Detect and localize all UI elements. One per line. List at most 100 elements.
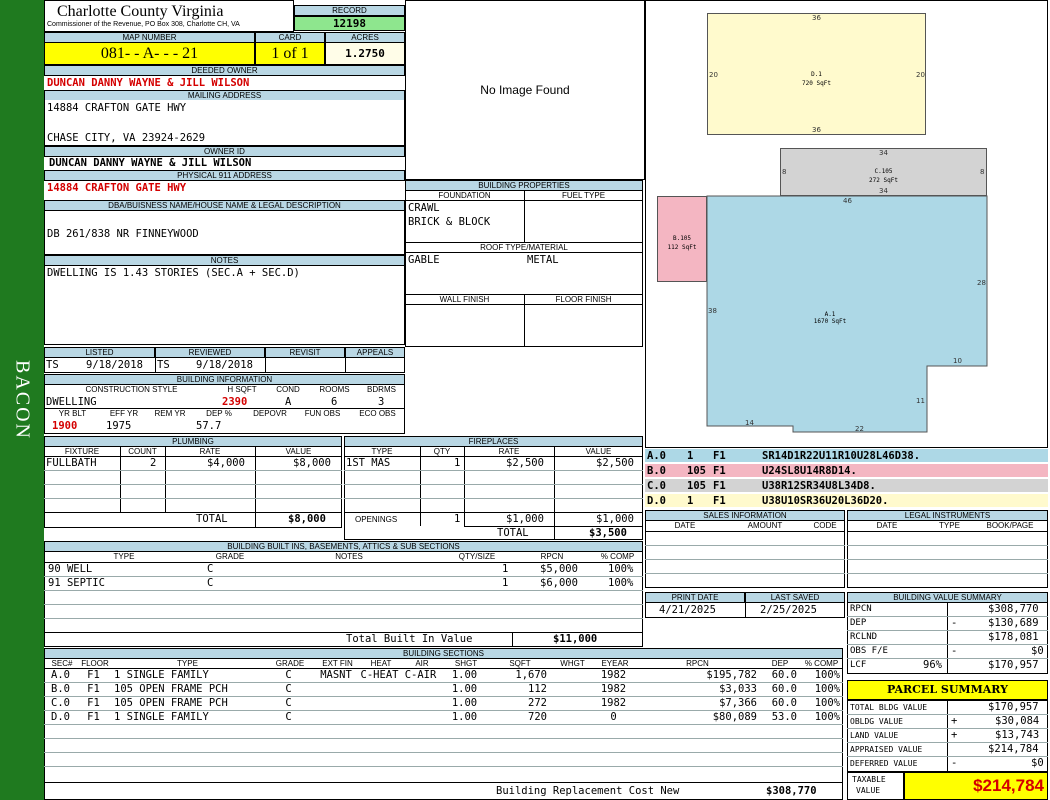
dep-value: 57.7	[196, 420, 222, 432]
sketch-legend-row: B.0 105 F1 U24SL8U14R8D14.	[645, 464, 1048, 478]
legend-n: 1	[687, 495, 694, 507]
plumbing-count: 2	[150, 457, 157, 469]
vs-dep: $130,689	[988, 617, 1039, 629]
legend-sec: C.0	[647, 480, 666, 492]
section-sqft: 272	[528, 697, 547, 709]
construction-style-label: CONSTRUCTION STYLE	[85, 385, 178, 394]
section-extfin: MASNT	[320, 669, 352, 681]
taxable-label-box: TAXABLE VALUE	[847, 772, 904, 800]
vs-lcf-label: LCF	[850, 660, 867, 670]
sales-h-code: CODE	[813, 521, 837, 530]
ps-land-sign: +	[951, 729, 958, 741]
vs-obs-sign: -	[951, 645, 958, 657]
deeded-owner: DUNCAN DANNY WAYNE & JILL WILSON	[47, 77, 250, 89]
section-dep: 60.0	[771, 697, 797, 709]
legend-sec: D.0	[647, 495, 666, 507]
ps-obldg-sign: +	[951, 715, 958, 727]
legend-n: 105	[687, 465, 706, 477]
dim-d-right: 20	[916, 71, 925, 79]
builtins-h-rpcn: RPCN	[540, 552, 564, 561]
legend-f: F1	[713, 450, 726, 462]
vs-dep-label: DEP	[850, 618, 867, 628]
sales-h-date: DATE	[674, 521, 696, 530]
section-eyear: 1982	[600, 697, 627, 709]
dim-c-right: 8	[980, 168, 985, 176]
bdrms-label: BDRMS	[367, 385, 396, 394]
section-grade: C	[285, 711, 292, 723]
sales-h-amount: AMOUNT	[747, 521, 783, 530]
legal-h-type: TYPE	[939, 521, 960, 530]
ecoobs-label: ECO OBS	[359, 409, 396, 418]
ps-land-label: LAND VALUE	[850, 731, 899, 740]
legend-path: U24SL8U14R8D14.	[762, 465, 857, 477]
card-number: 1 of 1	[255, 42, 325, 65]
ps-taxable-label-1: TAXABLE	[852, 775, 886, 784]
legal-h-date: DATE	[876, 521, 898, 530]
section-type: 105 OPEN FRAME PCH	[114, 697, 228, 709]
section-rpcn: $80,089	[712, 711, 757, 723]
ps-obldg: $30,084	[995, 715, 1040, 727]
notes-text: DWELLING IS 1.43 STORIES (SEC.A + SEC.D)	[47, 267, 300, 279]
cond-label: COND	[276, 385, 300, 394]
builtins-h-comp: % COMP	[600, 552, 635, 561]
openings-value: $1,000	[596, 513, 634, 525]
section-comp: 100%	[814, 669, 840, 681]
roof-type: GABLE	[408, 254, 440, 266]
builtin-comp: 100%	[608, 577, 634, 589]
vs-lcf: $170,957	[988, 659, 1039, 671]
section-shgt: 1.00	[451, 669, 478, 681]
fireplace-rate: $2,500	[506, 457, 544, 469]
plumbing-total-label: TOTAL	[196, 513, 228, 525]
vs-rclnd-label: RCLND	[850, 632, 878, 642]
vs-rpcn-label: RPCN	[850, 604, 872, 614]
ps-deferred-sign: -	[951, 757, 958, 769]
fireplace-type: 1ST MAS	[346, 457, 391, 469]
section-sqft: 1,670	[515, 669, 547, 681]
section-comp: 100%	[814, 697, 840, 709]
last-saved: 2/25/2025	[760, 604, 817, 616]
dim-a-11: 11	[916, 397, 925, 405]
builtin-grade: C	[207, 563, 214, 575]
ps-appraised: $214,784	[988, 743, 1039, 755]
fireplace-value: $2,500	[596, 457, 634, 469]
no-image-text: No Image Found	[480, 83, 570, 97]
openings-qty: 1	[454, 513, 461, 525]
section-shgt: 1.00	[451, 683, 478, 695]
plumbing-rate: $4,000	[207, 457, 245, 469]
owner-id-label: OWNER ID	[44, 146, 405, 157]
ps-deferred: $0	[1031, 757, 1044, 769]
record-number: 12198	[294, 16, 405, 31]
reviewed-date: 9/18/2018	[196, 359, 253, 371]
dim-a-right: 28	[977, 279, 986, 287]
builtin-type: 91 SEPTIC	[48, 577, 105, 589]
section-grade: C	[285, 697, 292, 709]
fireplace-total-label: TOTAL	[497, 527, 529, 539]
dim-c-top: 34	[879, 149, 888, 157]
section-comp: 100%	[814, 683, 840, 695]
plumbing-fixture: FULLBATH	[46, 457, 97, 469]
builtin-rpcn: $5,000	[540, 563, 578, 575]
funobs-label: FUN OBS	[304, 409, 341, 418]
section-eyear: 1982	[600, 683, 627, 695]
ps-bldg-label: TOTAL BLDG VALUE	[850, 703, 928, 712]
owner-id: DUNCAN DANNY WAYNE & JILL WILSON	[49, 157, 252, 169]
section-dep: 60.0	[771, 683, 797, 695]
replacement-cost: $308,770	[766, 785, 817, 797]
section-dep: 53.0	[771, 711, 797, 723]
builtins-h-notes: NOTES	[335, 552, 363, 561]
legend-f: F1	[713, 480, 726, 492]
builtins-h-type: TYPE	[113, 552, 135, 561]
replacement-cost-label: Building Replacement Cost New	[496, 785, 680, 797]
sidebar-name: BACON	[11, 359, 34, 441]
section-comp: 100%	[814, 711, 840, 723]
section-dep: 60.0	[771, 669, 797, 681]
section-sec: B.0	[51, 683, 70, 695]
map-number: 081- - A- - - 21	[44, 42, 255, 65]
builtin-grade: C	[207, 577, 214, 589]
section-type: 1 SINGLE FAMILY	[114, 669, 209, 681]
section-floor: F1	[87, 711, 100, 723]
listed-by: TS	[46, 359, 59, 371]
builtins-h-grade: GRADE	[215, 552, 245, 561]
legend-sec: B.0	[647, 465, 666, 477]
builtin-qty: 1	[502, 563, 509, 575]
